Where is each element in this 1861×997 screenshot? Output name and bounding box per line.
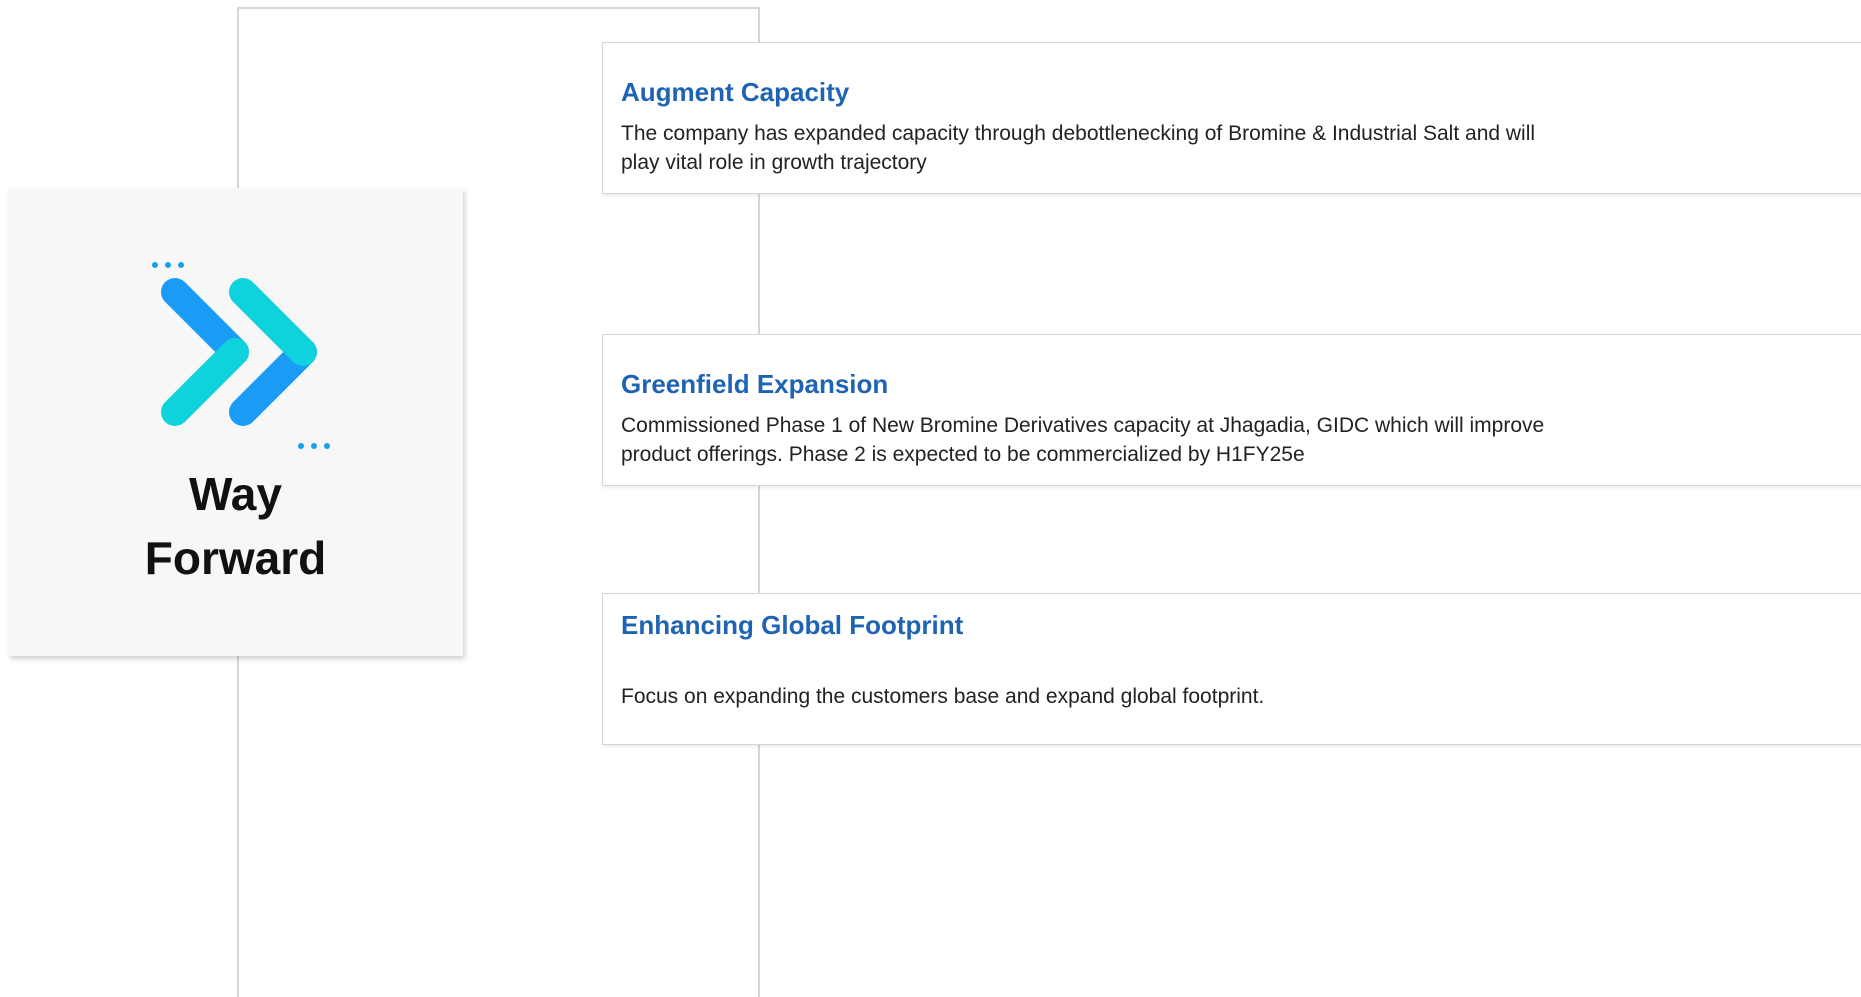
item-box-greenfield-expansion: Greenfield Expansion Commissioned Phase … bbox=[602, 334, 1861, 486]
page-title-line2: Forward bbox=[144, 532, 327, 584]
item-description: Focus on expanding the customers base an… bbox=[621, 685, 1265, 708]
page-title-line1: Way bbox=[189, 468, 282, 520]
item-description: Commissioned Phase 1 of New Bromine Deri… bbox=[621, 414, 1545, 466]
item-description: The company has expanded capacity throug… bbox=[621, 122, 1536, 174]
way-forward-card: Way Forward bbox=[8, 188, 463, 656]
item-box-augment-capacity: Augment Capacity The company has expande… bbox=[602, 42, 1861, 194]
item-heading: Greenfield Expansion bbox=[621, 369, 889, 399]
double-chevron-forward-icon bbox=[145, 250, 345, 450]
item-heading: Enhancing Global Footprint bbox=[621, 610, 964, 640]
item-heading: Augment Capacity bbox=[621, 77, 850, 107]
item-box-global-footprint: Enhancing Global Footprint Focus on expa… bbox=[602, 593, 1861, 745]
frame-line-top bbox=[237, 7, 760, 9]
